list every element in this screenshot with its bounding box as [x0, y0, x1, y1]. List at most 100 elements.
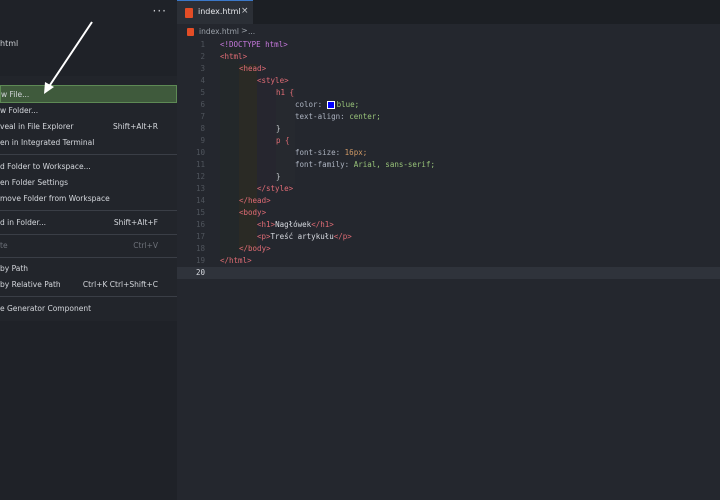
- tag-token: </html>: [220, 256, 252, 265]
- code-text: color: blue;: [295, 99, 359, 111]
- text-token: Treść artykułu: [270, 232, 334, 241]
- menu-item-find-in-folder[interactable]: d in Folder... Shift+Alt+F: [0, 214, 177, 232]
- code-text: <head>: [239, 63, 266, 75]
- code-line: 7 text-align: center;: [177, 111, 720, 123]
- menu-item-label: move Folder from Workspace: [0, 194, 110, 203]
- tag-token: </h1>: [311, 220, 334, 229]
- code-line: 1 <!DOCTYPE html>: [177, 39, 720, 51]
- code-text: </head>: [239, 195, 271, 207]
- line-number: 5: [200, 88, 205, 97]
- tab-label: index.html: [198, 7, 241, 16]
- color-swatch-icon[interactable]: [326, 101, 335, 109]
- line-number: 2: [200, 52, 205, 61]
- line-number: 4: [200, 76, 205, 85]
- line-number: 17: [195, 232, 205, 241]
- breadcrumb-more[interactable]: ...: [248, 27, 255, 36]
- code-line: 10 font-size: 16px;: [177, 147, 720, 159]
- code-line: 11 font-family: Arial, sans-serif;: [177, 159, 720, 171]
- menu-item-label: d in Folder...: [0, 218, 47, 227]
- line-number: 6: [200, 100, 205, 109]
- menu-item-generator-component[interactable]: e Generator Component: [0, 300, 177, 318]
- value-token: 16px;: [344, 148, 368, 157]
- menu-item-remove-folder[interactable]: move Folder from Workspace: [0, 190, 177, 208]
- code-line: 19 </html>: [177, 255, 720, 267]
- line-number: 11: [195, 160, 205, 169]
- brace-token: }: [276, 172, 281, 181]
- menu-item-label: en in Integrated Terminal: [0, 138, 95, 147]
- tag-token: </head>: [239, 196, 271, 205]
- html-file-icon: [185, 8, 193, 18]
- tab-bar: index.html ×: [177, 0, 720, 24]
- menu-item-shortcut: Shift+Alt+F: [113, 218, 158, 227]
- tag-token: <style>: [257, 76, 289, 85]
- property-token: text-align:: [295, 112, 345, 121]
- code-text: h1 {: [276, 87, 294, 99]
- code-line-current: 20: [177, 267, 720, 279]
- line-number: 1: [200, 40, 205, 49]
- tag-token: <head>: [239, 64, 267, 73]
- line-number: 3: [200, 64, 205, 73]
- code-text: <h1>Nagłówek</h1>: [257, 219, 334, 231]
- code-line: 16 <h1>Nagłówek</h1>: [177, 219, 720, 231]
- value-token: Arial, sans-serif;: [353, 160, 435, 169]
- menu-separator: [0, 257, 177, 258]
- code-text: </body>: [239, 243, 271, 255]
- selector-token: p {: [276, 136, 290, 145]
- breadcrumb-file[interactable]: index.html: [199, 27, 239, 36]
- html-file-icon: [187, 28, 194, 36]
- value-token: blue;: [336, 100, 360, 109]
- menu-separator: [0, 154, 177, 155]
- line-number: 14: [195, 196, 205, 205]
- line-number: 12: [195, 172, 205, 181]
- brace-token: }: [276, 124, 281, 133]
- menu-separator: [0, 234, 177, 235]
- property-token: font-size:: [295, 148, 341, 157]
- menu-item-label: te: [0, 241, 8, 250]
- code-text: }: [276, 123, 281, 135]
- line-number: 16: [195, 220, 205, 229]
- menu-item-copy-relative-path[interactable]: by Relative Path Ctrl+K Ctrl+Shift+C: [0, 276, 177, 294]
- menu-item-open-terminal[interactable]: en in Integrated Terminal: [0, 134, 177, 152]
- tag-token: <p>: [257, 232, 271, 241]
- code-text: </html>: [220, 255, 252, 267]
- menu-item-shortcut: Ctrl+K Ctrl+Shift+C: [82, 280, 158, 289]
- code-line: 14 </head>: [177, 195, 720, 207]
- annotation-arrow-icon: [44, 21, 93, 94]
- code-text: p {: [276, 135, 290, 147]
- code-text: </style>: [257, 183, 293, 195]
- tab-index-html[interactable]: index.html ×: [177, 0, 253, 24]
- breadcrumb: index.html > ...: [177, 24, 720, 40]
- code-line: 9 p {: [177, 135, 720, 147]
- code-text: }: [276, 171, 281, 183]
- code-text: <!DOCTYPE html>: [220, 39, 288, 51]
- code-text: font-family: Arial, sans-serif;: [295, 159, 435, 171]
- menu-item-label: e Generator Component: [0, 304, 92, 313]
- line-number: 19: [195, 256, 205, 265]
- close-icon[interactable]: ×: [241, 6, 249, 16]
- code-text: <body>: [239, 207, 266, 219]
- line-number: 9: [200, 136, 205, 145]
- line-number: 8: [200, 124, 205, 133]
- selector-token: h1 {: [276, 88, 295, 97]
- tag-token: <html>: [220, 52, 248, 61]
- menu-item-paste: te Ctrl+V: [0, 237, 177, 255]
- code-line: 18 </body>: [177, 243, 720, 255]
- tag-token: </p>: [333, 232, 352, 241]
- chevron-right-icon: >: [241, 26, 248, 35]
- code-text: font-size: 16px;: [295, 147, 367, 159]
- code-line: 4 <style>: [177, 75, 720, 87]
- menu-separator: [0, 210, 177, 211]
- code-line: 3 <head>: [177, 63, 720, 75]
- value-token: center;: [349, 112, 381, 121]
- doctype-token: <!DOCTYPE html>: [220, 40, 288, 49]
- line-number: 18: [195, 244, 205, 253]
- property-token: color:: [295, 100, 323, 109]
- code-line: 12}: [177, 171, 720, 183]
- property-token: font-family:: [295, 160, 350, 169]
- code-line: 8}: [177, 123, 720, 135]
- tag-token: <h1>: [257, 220, 276, 229]
- menu-separator: [0, 296, 177, 297]
- editor-area: index.html × index.html > ... 1 <!DOCTYPE…: [177, 0, 720, 500]
- code-line: 5 h1 {: [177, 87, 720, 99]
- code-line: 6 color: blue;: [177, 99, 720, 111]
